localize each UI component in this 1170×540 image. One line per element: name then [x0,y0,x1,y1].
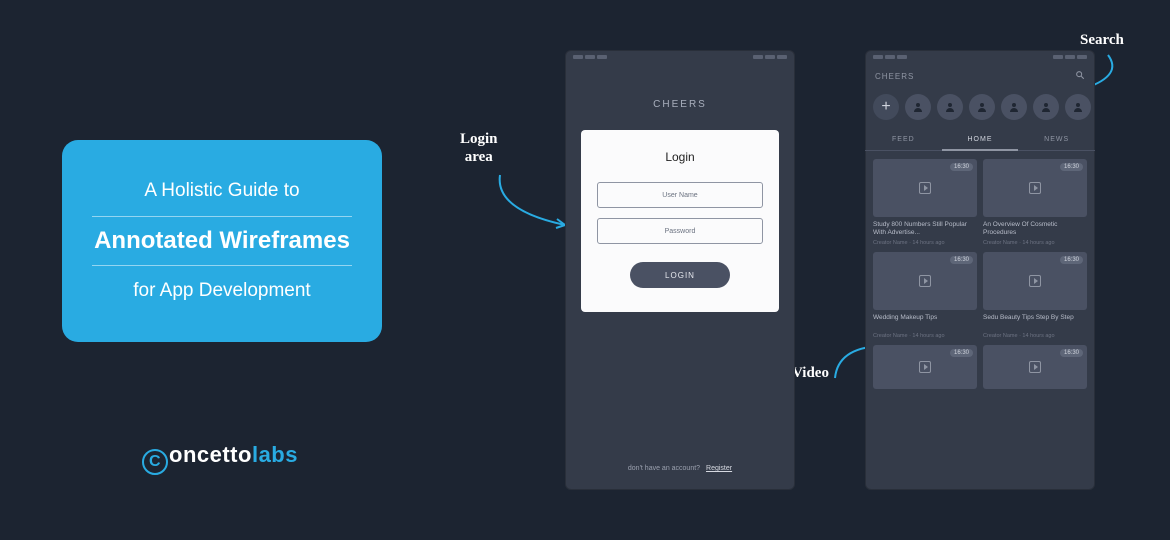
brand-logo: Concettolabs [142,442,298,475]
feed-grid: 16:30 Study 800 Numbers Still Popular Wi… [865,151,1095,397]
login-panel-title: Login [597,150,763,164]
duration-badge: 16:30 [1060,256,1083,264]
video-meta: Creator Name · 14 hours ago [983,333,1087,339]
video-card[interactable]: 16:30 Study 800 Numbers Still Popular Wi… [873,159,977,246]
stories-row: + [865,86,1095,130]
play-icon [919,275,931,287]
duration-badge: 16:30 [1060,163,1083,171]
story-avatar[interactable] [969,94,995,120]
phone-statusbar [865,50,1095,64]
register-link[interactable]: Register [706,465,732,472]
title-card: A Holistic Guide to Annotated Wireframes… [62,140,382,342]
annotation-search: Search [1080,32,1124,49]
video-meta: Creator Name · 14 hours ago [873,333,977,339]
video-title: An Overview Of Cosmetic Procedures [983,221,1087,238]
duration-badge: 16:30 [950,163,973,171]
play-icon [1029,182,1041,194]
video-card[interactable]: 16:30 [983,345,1087,389]
phone-statusbar [565,50,795,64]
video-card[interactable]: 16:30 An Overview Of Cosmetic Procedures… [983,159,1087,246]
logo-text-suffix: labs [252,442,298,467]
footer-text: don't have an account? [628,465,700,472]
tab-home[interactable]: HOME [942,130,1019,151]
video-title: Study 800 Numbers Still Popular With Adv… [873,221,977,238]
story-avatar[interactable] [937,94,963,120]
username-input[interactable]: User Name [597,182,763,208]
title-line-3: for App Development [92,280,352,302]
play-icon [919,361,931,373]
logo-text-main: oncetto [169,442,252,467]
story-avatar[interactable] [1033,94,1059,120]
video-thumb: 16:30 [983,252,1087,310]
video-thumb: 16:30 [873,159,977,217]
add-story-button[interactable]: + [873,94,899,120]
video-thumb: 16:30 [983,159,1087,217]
feed-topbar: CHEERS [865,64,1095,86]
login-panel: Login User Name Password LOGIN [581,130,779,312]
tab-feed[interactable]: FEED [865,130,942,151]
title-line-1: A Holistic Guide to [92,180,352,202]
annotation-video: Video [792,365,829,382]
tab-news[interactable]: NEWS [1018,130,1095,151]
wireframe-feed-screen: CHEERS + FEED HOME NEWS 16:30 Study 800 … [865,50,1095,490]
play-icon [1029,275,1041,287]
logo-c-icon: C [142,449,168,475]
annotation-login-area: Login area [460,130,498,166]
play-icon [919,182,931,194]
app-brand-header: CHEERS [875,72,914,81]
password-input[interactable]: Password [597,218,763,244]
video-title: Wedding Makeup Tips [873,314,977,331]
video-thumb: 16:30 [873,345,977,389]
login-footer: don't have an account? Register [565,465,795,472]
video-title: Sedu Beauty Tips Step By Step [983,314,1087,331]
duration-badge: 16:30 [950,349,973,357]
play-icon [1029,361,1041,373]
wireframe-login-screen: CHEERS Login User Name Password LOGIN do… [565,50,795,490]
login-button[interactable]: LOGIN [630,262,730,288]
story-avatar[interactable] [905,94,931,120]
duration-badge: 16:30 [1060,349,1083,357]
app-brand-header: CHEERS [565,64,795,130]
video-meta: Creator Name · 14 hours ago [873,240,977,246]
search-icon[interactable] [1075,70,1085,82]
story-avatar[interactable] [1065,94,1091,120]
duration-badge: 16:30 [950,256,973,264]
story-avatar[interactable] [1001,94,1027,120]
feed-tabs: FEED HOME NEWS [865,130,1095,151]
video-card[interactable]: 16:30 Sedu Beauty Tips Step By Step Crea… [983,252,1087,339]
video-meta: Creator Name · 14 hours ago [983,240,1087,246]
video-card[interactable]: 16:30 [873,345,977,389]
video-thumb: 16:30 [983,345,1087,389]
title-line-2: Annotated Wireframes [92,216,352,266]
video-card[interactable]: 16:30 Wedding Makeup Tips Creator Name ·… [873,252,977,339]
video-thumb: 16:30 [873,252,977,310]
